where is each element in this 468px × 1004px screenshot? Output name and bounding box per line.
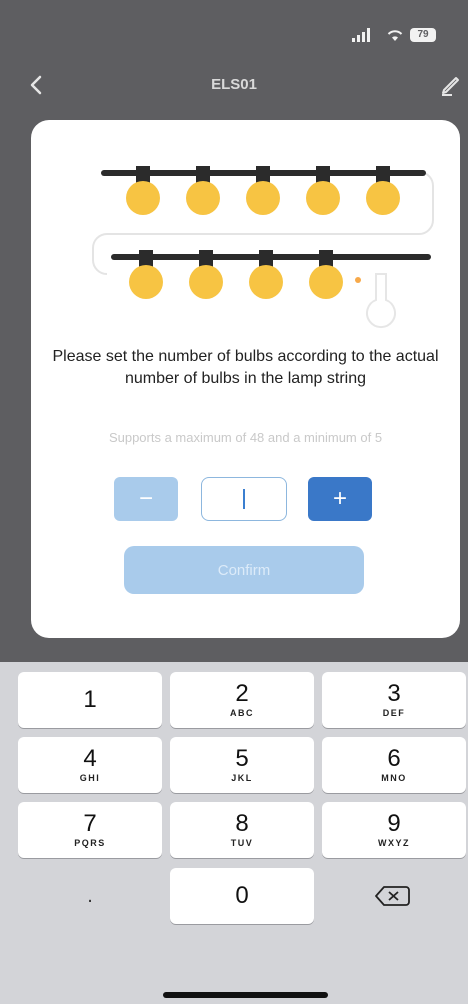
navigation-bar: ELS01 [0,60,468,110]
key-4[interactable]: 4 GHI [18,737,162,793]
numeric-keypad: 1 2 ABC 3 DEF 4 GHI 5 JKL 6 MNO 7 PQRS 8… [0,662,468,1004]
key-digit: 6 [387,745,401,772]
key-letters: MNO [381,773,407,783]
key-letters: GHI [79,773,101,783]
key-letters: JKL [231,773,253,783]
key-letters: ABC [230,708,254,718]
signal-icon [352,28,370,42]
key-2[interactable]: 2 ABC [170,672,314,728]
empty-bulb-icon [366,273,396,328]
key-1[interactable]: 1 [18,672,162,728]
key-digit: 2 [235,680,249,707]
bulb-count-dialog: Please set the number of bulbs according… [31,120,460,638]
key-7[interactable]: 7 PQRS [18,802,162,858]
key-digit: 5 [235,745,249,772]
key-digit: 0 [235,882,249,909]
battery-level: 79 [417,29,429,40]
text-caret [243,489,245,509]
bulb-count-input[interactable] [201,477,287,521]
key-9[interactable]: 9 WXYZ [322,802,466,858]
confirm-button[interactable]: Confirm [124,546,364,594]
range-hint: Supports a maximum of 48 and a minimum o… [108,430,383,445]
increment-button[interactable]: + [308,477,372,521]
key-3[interactable]: 3 DEF [322,672,466,728]
battery-icon: 79 [410,28,436,42]
key-digit: 1 [83,686,97,713]
key-dot[interactable]: . [18,868,162,924]
key-digit: 9 [387,810,401,837]
key-digit: 3 [387,680,401,707]
home-indicator[interactable] [163,992,328,998]
chevron-left-icon[interactable] [22,70,52,100]
status-bar: 79 [0,0,468,60]
key-0[interactable]: 0 [170,868,314,924]
delete-key[interactable] [322,868,466,924]
key-digit: 4 [83,745,97,772]
key-letters: DEF [382,708,406,718]
decrement-button[interactable]: − [114,477,178,521]
key-8[interactable]: 8 TUV [170,802,314,858]
phone-screen: 79 ELS01 Please set the number of bulbs … [0,0,468,1004]
pencil-icon[interactable] [438,72,464,98]
key-digit: 7 [83,810,97,837]
lamp-string-illustration [92,166,435,328]
page-title: ELS01 [211,76,257,93]
key-letters: TUV [230,838,254,848]
key-6[interactable]: 6 MNO [322,737,466,793]
instruction-text: Please set the number of bulbs according… [52,348,439,387]
key-5[interactable]: 5 JKL [170,737,314,793]
key-letters: PQRS [74,838,106,848]
key-letters: WXYZ [378,838,410,848]
key-digit: 8 [235,810,249,837]
wifi-icon [387,30,403,41]
backspace-icon [375,886,410,906]
